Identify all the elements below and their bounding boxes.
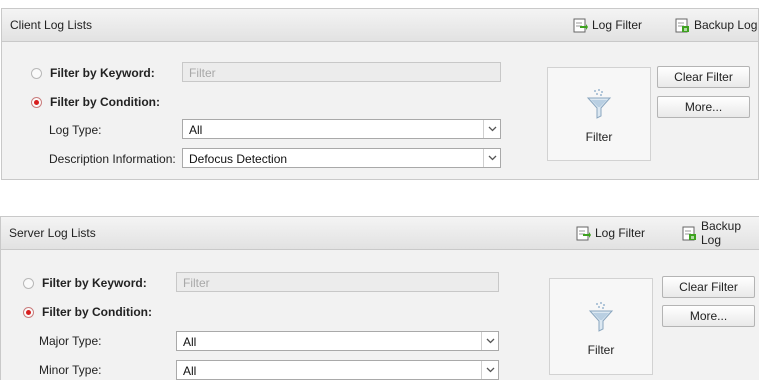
server-panel-title: Server Log Lists — [9, 226, 96, 240]
server-log-filter-button[interactable]: Log Filter — [575, 224, 645, 242]
log-filter-icon — [573, 18, 588, 33]
server-backup-log-label: Backup Log — [701, 219, 742, 247]
server-log-filter-label: Log Filter — [595, 226, 646, 240]
client-keyword-radio[interactable] — [31, 67, 42, 79]
server-keyword-input[interactable]: Filter — [176, 272, 499, 292]
backup-log-icon — [682, 226, 696, 241]
client-more-button[interactable]: More... — [657, 96, 750, 118]
chevron-down-icon — [483, 120, 500, 138]
client-log-filter-button[interactable]: Log Filter — [572, 16, 642, 34]
server-filter-label: Filter — [587, 343, 615, 357]
client-condition-radio[interactable] — [31, 96, 42, 108]
client-log-type-label: Log Type: — [49, 123, 102, 137]
server-panel-header: Server Log Lists Log Filter Backup Log — [1, 217, 759, 250]
chevron-down-icon — [481, 332, 498, 350]
chevron-down-icon — [483, 149, 500, 167]
client-filter-keyword-option[interactable]: Filter by Keyword: — [31, 66, 155, 80]
log-filter-icon — [576, 226, 591, 241]
server-filter-button[interactable]: Filter — [549, 278, 653, 375]
server-minor-type-label: Minor Type: — [39, 363, 102, 377]
client-backup-log-label: Backup Log — [694, 18, 758, 32]
client-backup-log-button[interactable]: Backup Log — [674, 16, 757, 34]
client-description-value: Defocus Detection — [189, 152, 288, 166]
client-description-label: Description Information: — [49, 152, 176, 166]
client-filter-button[interactable]: Filter — [547, 67, 651, 161]
server-more-button[interactable]: More... — [662, 305, 755, 327]
server-condition-label: Filter by Condition: — [42, 305, 152, 319]
client-description-select[interactable]: Defocus Detection — [182, 148, 501, 168]
client-filter-label: Filter — [585, 130, 613, 144]
client-log-panel: Client Log Lists Log Filter Backup Log F… — [1, 8, 759, 180]
server-minor-type-select[interactable]: All — [176, 360, 499, 380]
server-keyword-radio[interactable] — [23, 277, 34, 289]
server-log-panel: Server Log Lists Log Filter Backup Log F… — [0, 216, 759, 380]
funnel-icon — [586, 89, 612, 119]
server-filter-condition-option[interactable]: Filter by Condition: — [23, 305, 152, 319]
server-minor-type-value: All — [183, 364, 197, 378]
chevron-down-icon — [481, 361, 498, 379]
client-panel-header: Client Log Lists Log Filter Backup Log — [2, 9, 758, 42]
server-major-type-value: All — [183, 335, 197, 349]
server-keyword-label: Filter by Keyword: — [42, 276, 147, 290]
server-filter-keyword-option[interactable]: Filter by Keyword: — [23, 276, 147, 290]
server-major-type-label: Major Type: — [39, 334, 102, 348]
client-condition-label: Filter by Condition: — [50, 95, 160, 109]
client-panel-title: Client Log Lists — [10, 18, 93, 32]
server-clear-filter-button[interactable]: Clear Filter — [662, 276, 755, 298]
client-log-type-value: All — [189, 123, 203, 137]
server-major-type-select[interactable]: All — [176, 331, 499, 351]
funnel-icon — [588, 302, 614, 332]
client-keyword-label: Filter by Keyword: — [50, 66, 155, 80]
client-log-filter-label: Log Filter — [592, 18, 643, 32]
client-clear-filter-button[interactable]: Clear Filter — [657, 66, 750, 88]
backup-log-icon — [675, 18, 689, 33]
server-condition-radio[interactable] — [23, 306, 34, 318]
client-filter-condition-option[interactable]: Filter by Condition: — [31, 95, 160, 109]
client-log-type-select[interactable]: All — [182, 119, 501, 139]
client-keyword-input[interactable]: Filter — [182, 62, 501, 82]
server-backup-log-button[interactable]: Backup Log — [681, 219, 759, 247]
